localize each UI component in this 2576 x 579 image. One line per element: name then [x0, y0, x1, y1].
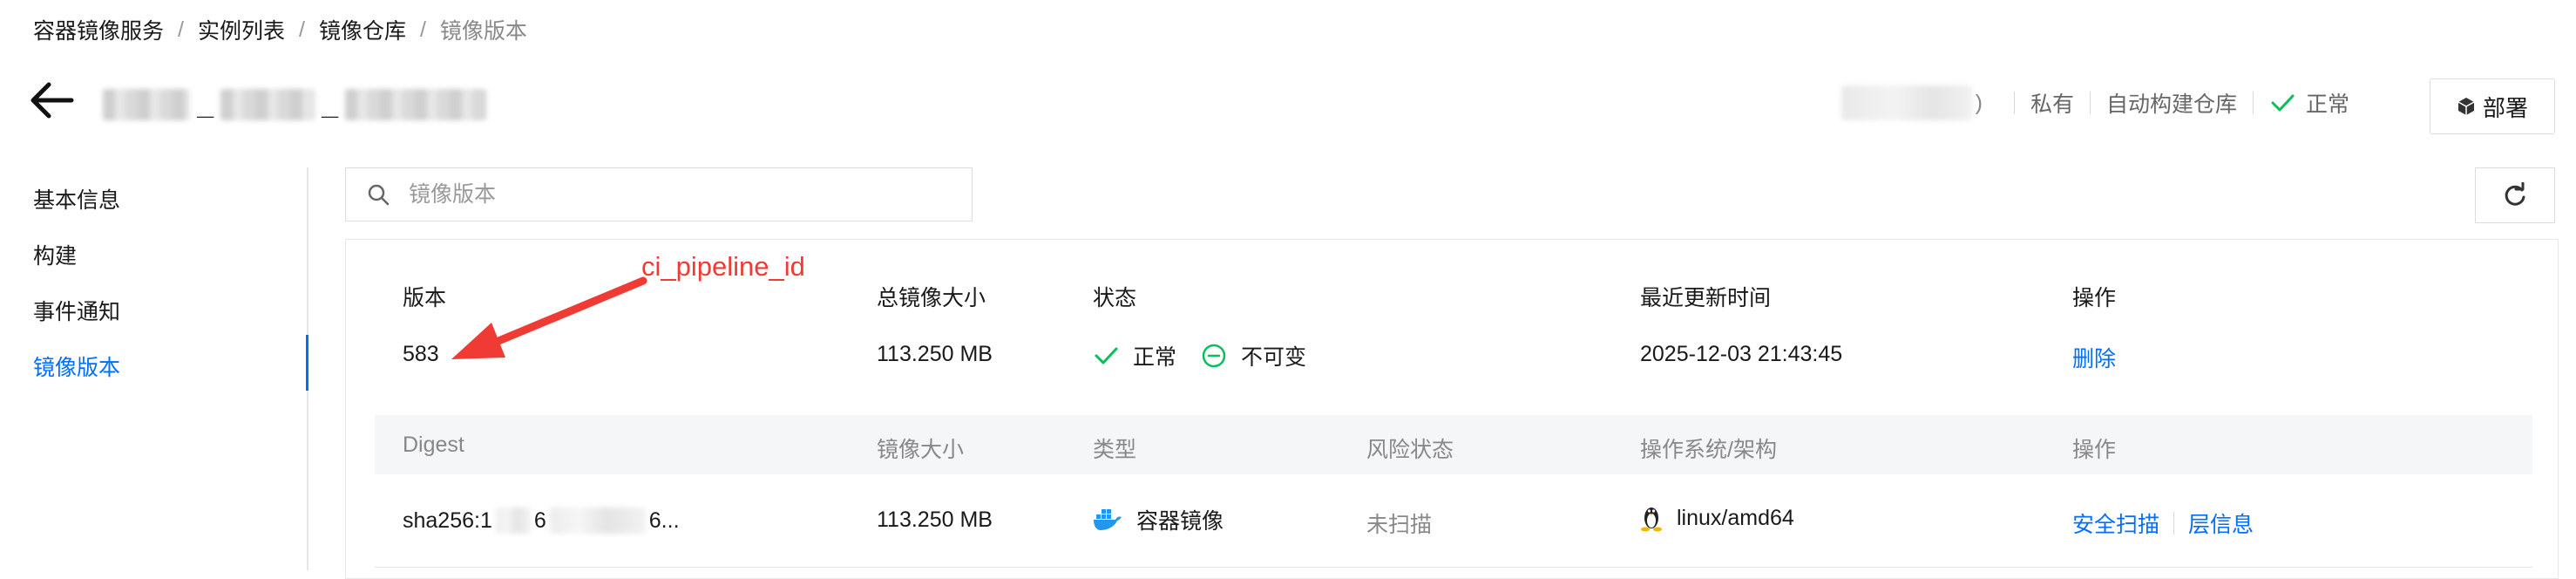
updated-time-value: 2025-12-03 21:43:45 — [1640, 342, 1843, 366]
sidebar-item-image-versions[interactable]: 镜像版本 — [33, 351, 120, 385]
redacted-text — [495, 507, 531, 534]
layer-info-link[interactable]: 层信息 — [2188, 507, 2254, 539]
sidebar-item-basic-info[interactable]: 基本信息 — [33, 183, 120, 218]
col-header-risk: 风险状态 — [1366, 438, 1454, 462]
sidebar-item-event-notify[interactable]: 事件通知 — [33, 295, 120, 330]
repo-meta: ) 私有 自动构建仓库 正常 — [1840, 84, 2349, 122]
auto-build-label: 自动构建仓库 — [2105, 92, 2237, 117]
sidebar-item-build[interactable]: 构建 — [33, 239, 77, 274]
version-value: 583 — [403, 342, 439, 366]
redacted-text — [345, 89, 486, 120]
breadcrumb-separator: / — [419, 17, 426, 42]
delete-version-link[interactable]: 删除 — [2072, 342, 2116, 373]
divider — [2173, 512, 2175, 535]
visibility-label: 私有 — [2030, 92, 2074, 117]
col-header-total-size: 总镜像大小 — [877, 286, 986, 310]
search-box[interactable] — [345, 167, 973, 221]
image-size-value: 113.250 MB — [877, 507, 993, 532]
breadcrumb: 容器镜像服务 / 实例列表 / 镜像仓库 / 镜像版本 — [33, 14, 527, 45]
redacted-text — [1840, 85, 1972, 120]
repo-name-separator: _ — [197, 88, 214, 121]
breadcrumb-item-instances[interactable]: 实例列表 — [198, 14, 285, 45]
divider — [2013, 92, 2015, 114]
image-type-label: 容器镜像 — [1136, 509, 1224, 534]
check-icon — [1095, 347, 1118, 364]
risk-status-value: 未扫描 — [1366, 513, 1433, 537]
digest-value: sha256:1 6 6... — [403, 507, 680, 534]
status-immutable: 不可变 — [1241, 345, 1307, 370]
total-size-value: 113.250 MB — [877, 342, 993, 366]
redacted-text — [220, 89, 315, 120]
minus-circle-icon — [1202, 344, 1226, 368]
digest-prefix: sha256:1 — [403, 507, 492, 533]
docker-icon — [1094, 509, 1122, 530]
redacted-text — [549, 507, 646, 534]
status-normal: 正常 — [1133, 345, 1177, 370]
repo-status: 正常 — [2305, 92, 2349, 117]
digest-suffix: 6... — [648, 507, 680, 533]
col-header-digest-action: 操作 — [2072, 438, 2117, 462]
deploy-button-label: 部署 — [2482, 94, 2528, 121]
search-icon — [368, 184, 390, 206]
divider — [2252, 92, 2254, 114]
version-status: 正常 不可变 — [1093, 340, 1306, 371]
row-divider — [375, 567, 2532, 568]
breadcrumb-item-current: 镜像版本 — [439, 19, 527, 44]
arrow-left-icon — [31, 82, 74, 119]
breadcrumb-separator: / — [298, 17, 305, 42]
deploy-cube-icon — [2457, 98, 2475, 115]
linux-icon — [1641, 507, 1662, 532]
sidebar: 基本信息 构建 事件通知 镜像版本 — [0, 167, 308, 570]
namespace-close-paren: ) — [1975, 90, 1983, 115]
os-arch-label: linux/amd64 — [1677, 505, 1794, 530]
digest-mid: 6 — [533, 507, 546, 533]
divider — [2089, 92, 2091, 114]
breadcrumb-item-repos[interactable]: 镜像仓库 — [319, 14, 406, 45]
refresh-icon — [2505, 182, 2525, 206]
breadcrumb-separator: / — [178, 17, 184, 42]
annotation-arrow — [451, 276, 647, 359]
deploy-button[interactable]: 部署 — [2430, 78, 2555, 134]
repo-name: _ _ — [103, 84, 486, 126]
repo-name-separator: _ — [322, 88, 339, 121]
redacted-text — [103, 89, 191, 120]
back-button[interactable] — [26, 80, 77, 120]
image-type: 容器镜像 — [1093, 504, 1224, 535]
annotation-label: ci_pipeline_id — [641, 251, 805, 282]
col-header-updated: 最近更新时间 — [1640, 286, 1772, 310]
check-icon — [2271, 94, 2295, 112]
col-header-os-arch: 操作系统/架构 — [1640, 438, 1777, 462]
col-header-type: 类型 — [1093, 438, 1137, 462]
col-header-image-size: 镜像大小 — [877, 438, 965, 462]
os-arch: linux/amd64 — [1640, 504, 1794, 532]
col-header-action: 操作 — [2072, 286, 2117, 310]
refresh-button[interactable] — [2475, 167, 2555, 223]
breadcrumb-item-service[interactable]: 容器镜像服务 — [33, 14, 164, 45]
sidebar-active-indicator — [306, 335, 308, 391]
search-input[interactable] — [407, 181, 933, 208]
digest-actions: 安全扫描 层信息 — [2072, 507, 2254, 539]
col-header-digest: Digest — [403, 433, 464, 457]
col-header-status: 状态 — [1093, 286, 1137, 310]
security-scan-link[interactable]: 安全扫描 — [2072, 507, 2159, 539]
